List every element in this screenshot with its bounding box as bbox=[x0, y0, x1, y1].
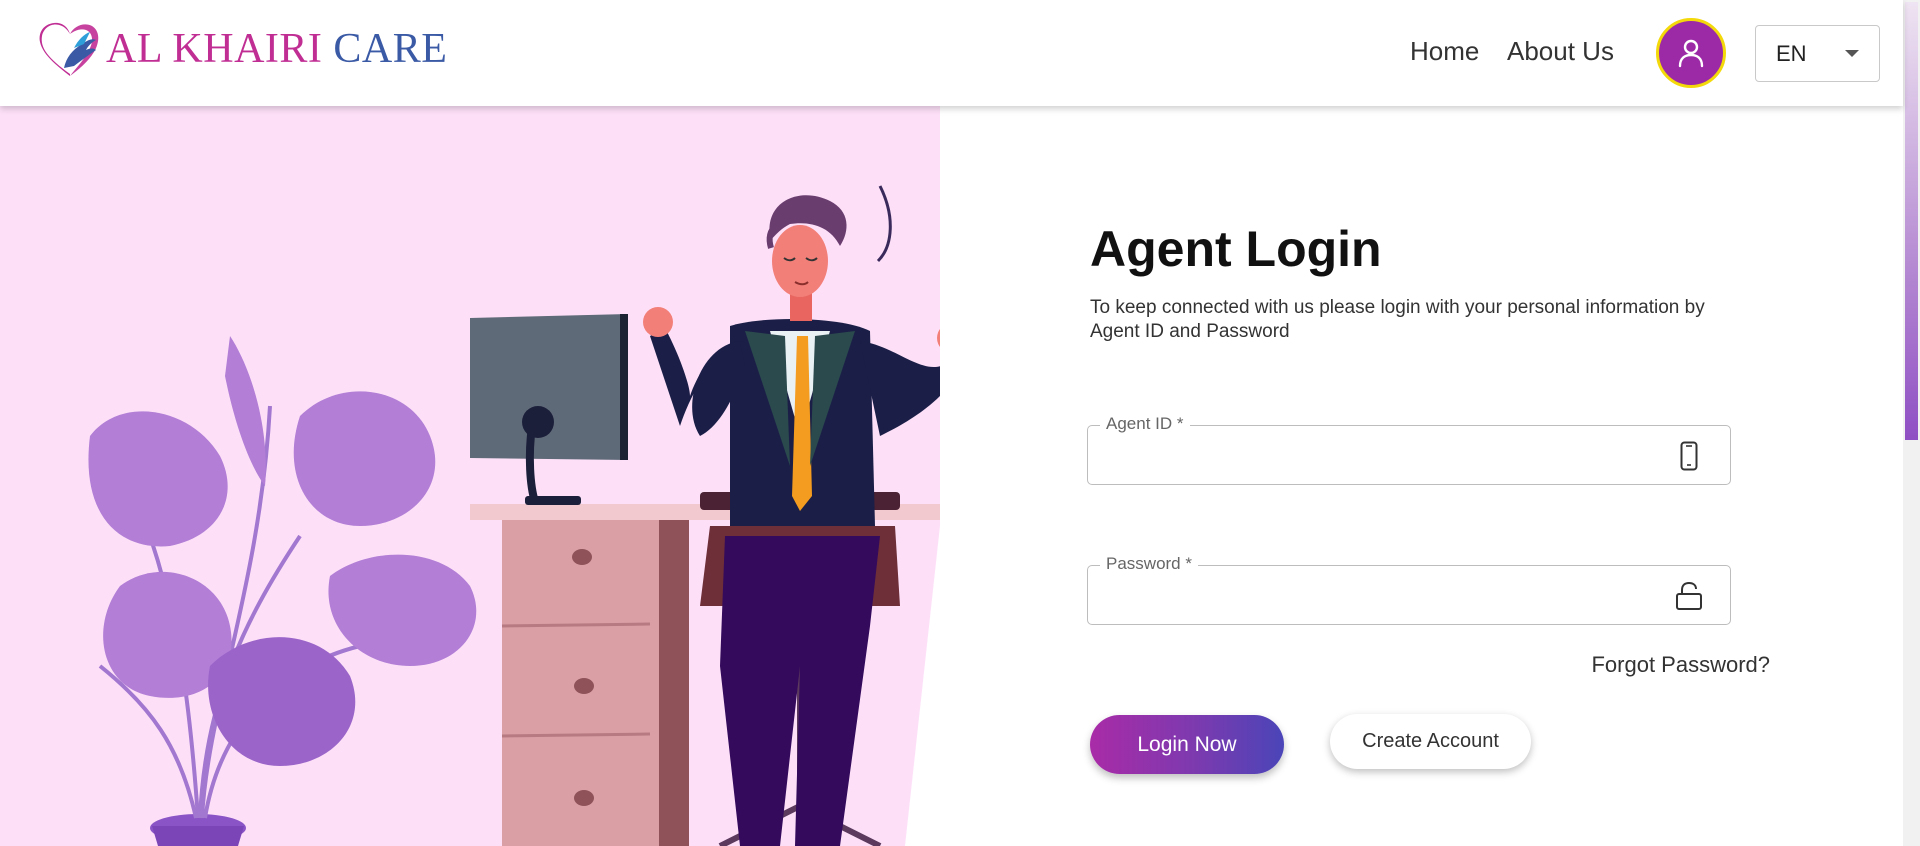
agent-id-label: Agent ID * bbox=[1100, 414, 1190, 434]
mobile-phone-icon bbox=[1674, 440, 1704, 472]
scrollbar-thumb[interactable] bbox=[1905, 2, 1918, 440]
computer-monitor bbox=[470, 314, 628, 460]
unlock-icon bbox=[1674, 580, 1704, 612]
man-left-hand bbox=[643, 307, 673, 337]
hero-illustration bbox=[0, 106, 940, 846]
user-icon bbox=[1678, 39, 1704, 68]
login-description: To keep connected with us please login w… bbox=[1090, 297, 1705, 342]
plant-pot-body bbox=[152, 826, 244, 846]
forgot-password-link[interactable]: Forgot Password? bbox=[1591, 652, 1770, 678]
password-label: Password * bbox=[1100, 554, 1198, 574]
agent-id-input[interactable] bbox=[1102, 438, 1662, 472]
password-input[interactable] bbox=[1102, 578, 1662, 612]
page-scrollbar[interactable] bbox=[1903, 0, 1920, 846]
language-selected-value: EN bbox=[1776, 40, 1807, 66]
top-header: AL KHAIRI CARE Home About Us EN bbox=[0, 0, 1903, 106]
language-select[interactable]: EN bbox=[1755, 25, 1880, 82]
agent-login-page: AL KHAIRI CARE Home About Us EN Agent Lo… bbox=[0, 0, 1920, 846]
plant-leaves bbox=[88, 336, 477, 766]
create-account-button[interactable]: Create Account bbox=[1330, 714, 1531, 769]
chevron-down-icon bbox=[1845, 50, 1859, 57]
agent-id-field[interactable]: Agent ID * bbox=[1087, 414, 1731, 485]
account-button[interactable] bbox=[1656, 18, 1726, 88]
man-right-hand bbox=[937, 329, 940, 347]
page-title: Agent Login bbox=[1090, 221, 1382, 277]
brand-logo[interactable]: AL KHAIRI CARE bbox=[38, 18, 447, 80]
man-head bbox=[772, 225, 828, 297]
brand-name-part1: AL KHAIRI bbox=[106, 26, 323, 72]
password-field[interactable]: Password * bbox=[1087, 554, 1731, 625]
heart-hands-logo-icon bbox=[39, 22, 99, 77]
login-now-button[interactable]: Login Now bbox=[1090, 715, 1284, 774]
nav-about-link[interactable]: About Us bbox=[1507, 36, 1614, 67]
brand-name-part2: CARE bbox=[333, 26, 448, 72]
nav-home-link[interactable]: Home bbox=[1410, 36, 1479, 67]
man-legs bbox=[720, 536, 880, 846]
meditating-man-illustration bbox=[88, 185, 940, 846]
brand-wordmark: AL KHAIRI CARE bbox=[106, 28, 447, 70]
